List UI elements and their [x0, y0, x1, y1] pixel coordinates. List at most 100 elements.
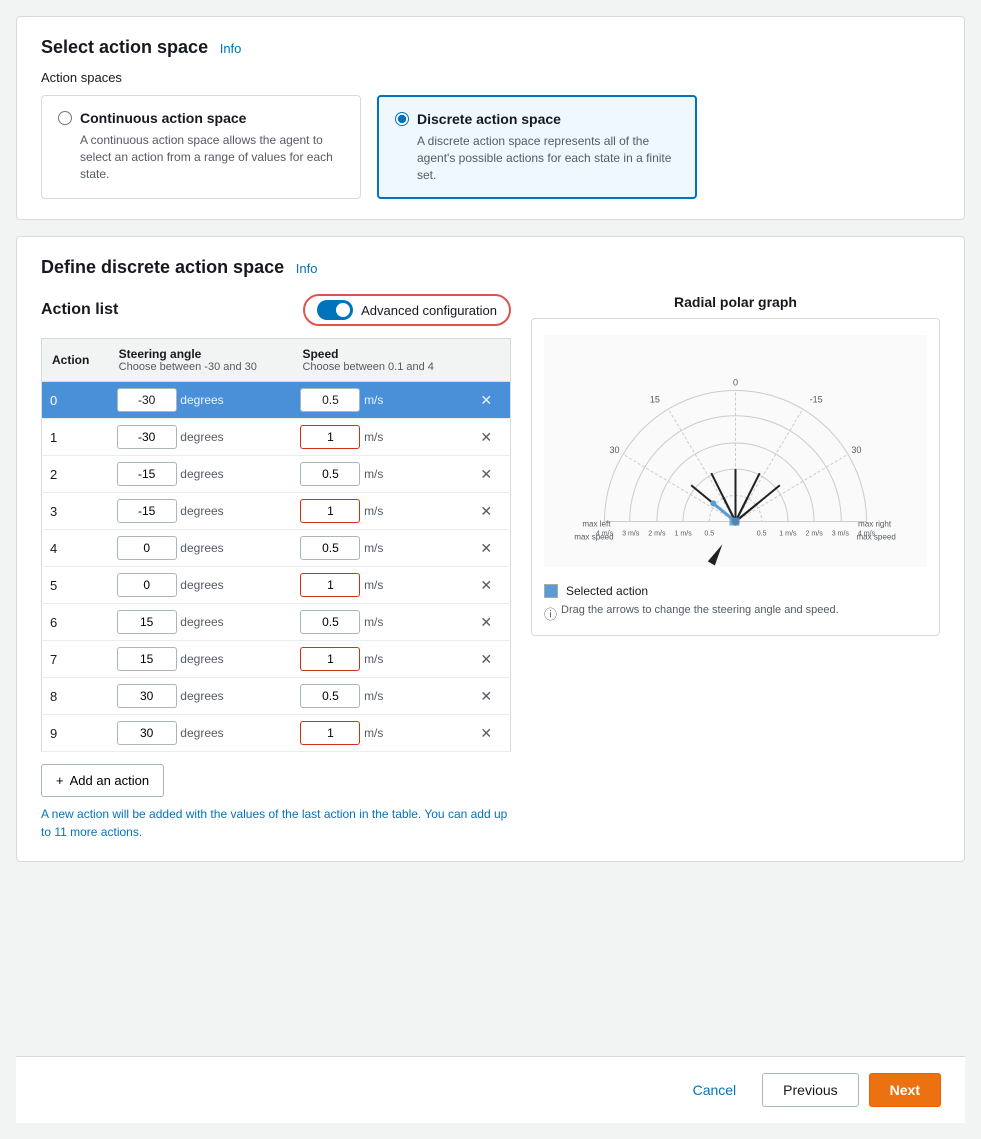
speed-input[interactable]: [300, 425, 360, 449]
delete-row-button[interactable]: ✕: [476, 427, 496, 448]
action-id: 0: [42, 382, 109, 419]
discrete-radio[interactable]: [395, 112, 409, 126]
table-row[interactable]: 3 degrees m/s ✕: [42, 493, 511, 530]
svg-text:1 m/s: 1 m/s: [674, 531, 692, 538]
col-delete: [468, 339, 510, 382]
speed-input[interactable]: [300, 647, 360, 671]
speed-input[interactable]: [300, 499, 360, 523]
action-list-title: Action list: [41, 301, 118, 319]
delete-cell: ✕: [468, 641, 510, 678]
ms-label: m/s: [364, 430, 383, 444]
delete-row-button[interactable]: ✕: [476, 575, 496, 596]
col-action: Action: [42, 339, 109, 382]
svg-text:15: 15: [650, 395, 660, 405]
add-action-button[interactable]: + Add an action: [41, 764, 164, 797]
select-action-space-card: Select action space Info Action spaces C…: [16, 16, 965, 220]
svg-text:3 m/s: 3 m/s: [622, 531, 640, 538]
delete-cell: ✕: [468, 419, 510, 456]
speed-input[interactable]: [300, 536, 360, 560]
svg-text:2 m/s: 2 m/s: [805, 531, 823, 538]
cancel-button[interactable]: Cancel: [677, 1073, 753, 1107]
speed-input[interactable]: [300, 388, 360, 412]
speed-input[interactable]: [300, 721, 360, 745]
table-row[interactable]: 1 degrees m/s ✕: [42, 419, 511, 456]
advanced-toggle-switch[interactable]: [317, 300, 353, 320]
svg-text:1 m/s: 1 m/s: [779, 531, 797, 538]
delete-cell: ✕: [468, 493, 510, 530]
svg-text:-15: -15: [810, 395, 823, 405]
delete-row-button[interactable]: ✕: [476, 390, 496, 411]
degrees-label: degrees: [180, 467, 223, 481]
ms-label: m/s: [364, 393, 383, 407]
ms-label: m/s: [364, 615, 383, 629]
steering-input[interactable]: [117, 684, 177, 708]
section1-info-link[interactable]: Info: [220, 41, 242, 56]
delete-row-button[interactable]: ✕: [476, 686, 496, 707]
delete-row-button[interactable]: ✕: [476, 649, 496, 670]
selected-action-label: Selected action: [566, 584, 648, 598]
delete-row-button[interactable]: ✕: [476, 723, 496, 744]
delete-row-button[interactable]: ✕: [476, 612, 496, 633]
steering-input[interactable]: [117, 573, 177, 597]
section2-info-link[interactable]: Info: [296, 261, 318, 276]
table-row[interactable]: 5 degrees m/s ✕: [42, 567, 511, 604]
delete-row-button[interactable]: ✕: [476, 501, 496, 522]
continuous-radio[interactable]: [58, 111, 72, 125]
svg-text:max right: max right: [858, 520, 892, 529]
speed-input[interactable]: [300, 573, 360, 597]
steering-cell: degrees: [109, 530, 293, 567]
steering-input[interactable]: [117, 647, 177, 671]
svg-text:30: 30: [610, 445, 620, 455]
action-list-header: Action list Advanced configuration: [41, 294, 511, 326]
speed-input[interactable]: [300, 462, 360, 486]
table-row[interactable]: 4 degrees m/s ✕: [42, 530, 511, 567]
previous-button[interactable]: Previous: [762, 1073, 858, 1107]
table-row[interactable]: 2 degrees m/s ✕: [42, 456, 511, 493]
table-row[interactable]: 0 degrees m/s ✕: [42, 382, 511, 419]
discrete-label: Discrete action space: [417, 111, 561, 127]
degrees-label: degrees: [180, 430, 223, 444]
steering-input[interactable]: [117, 462, 177, 486]
degrees-label: degrees: [180, 541, 223, 555]
table-row[interactable]: 9 degrees m/s ✕: [42, 715, 511, 752]
steering-input[interactable]: [117, 536, 177, 560]
graph-panel: Radial polar graph: [531, 294, 940, 841]
speed-input[interactable]: [300, 610, 360, 634]
section1-title: Select action space: [41, 37, 208, 57]
steering-input[interactable]: [117, 499, 177, 523]
steering-input[interactable]: [117, 610, 177, 634]
delete-row-button[interactable]: ✕: [476, 538, 496, 559]
degrees-label: degrees: [180, 504, 223, 518]
action-id: 9: [42, 715, 109, 752]
delete-cell: ✕: [468, 715, 510, 752]
action-list-panel: Action list Advanced configuration A: [41, 294, 511, 841]
toggle-slider: [317, 300, 353, 320]
continuous-desc: A continuous action space allows the age…: [58, 132, 344, 182]
delete-row-button[interactable]: ✕: [476, 464, 496, 485]
steering-input[interactable]: [117, 721, 177, 745]
graph-container: 0 15 -15 30 30 max left max right max sp…: [531, 318, 940, 636]
steering-cell: degrees: [109, 641, 293, 678]
steering-cell: degrees: [109, 604, 293, 641]
legend-box: [544, 584, 558, 598]
steering-cell: degrees: [109, 493, 293, 530]
continuous-option[interactable]: Continuous action space A continuous act…: [41, 95, 361, 199]
svg-text:4 m/s: 4 m/s: [858, 531, 876, 538]
speed-cell: m/s: [292, 604, 468, 641]
table-row[interactable]: 8 degrees m/s ✕: [42, 678, 511, 715]
table-row[interactable]: 6 degrees m/s ✕: [42, 604, 511, 641]
table-row[interactable]: 7 degrees m/s ✕: [42, 641, 511, 678]
section2-title: Define discrete action space: [41, 257, 284, 277]
graph-note: ⓘ Drag the arrows to change the steering…: [544, 604, 927, 623]
discrete-option[interactable]: Discrete action space A discrete action …: [377, 95, 697, 199]
steering-cell: degrees: [109, 715, 293, 752]
steering-input[interactable]: [117, 425, 177, 449]
next-button[interactable]: Next: [869, 1073, 941, 1107]
define-action-space-card: Define discrete action space Info Action…: [16, 236, 965, 862]
ms-label: m/s: [364, 652, 383, 666]
steering-cell: degrees: [109, 567, 293, 604]
steering-input[interactable]: [117, 388, 177, 412]
speed-input[interactable]: [300, 684, 360, 708]
add-action-plus-icon: +: [56, 773, 64, 788]
advanced-config-toggle[interactable]: Advanced configuration: [303, 294, 511, 326]
